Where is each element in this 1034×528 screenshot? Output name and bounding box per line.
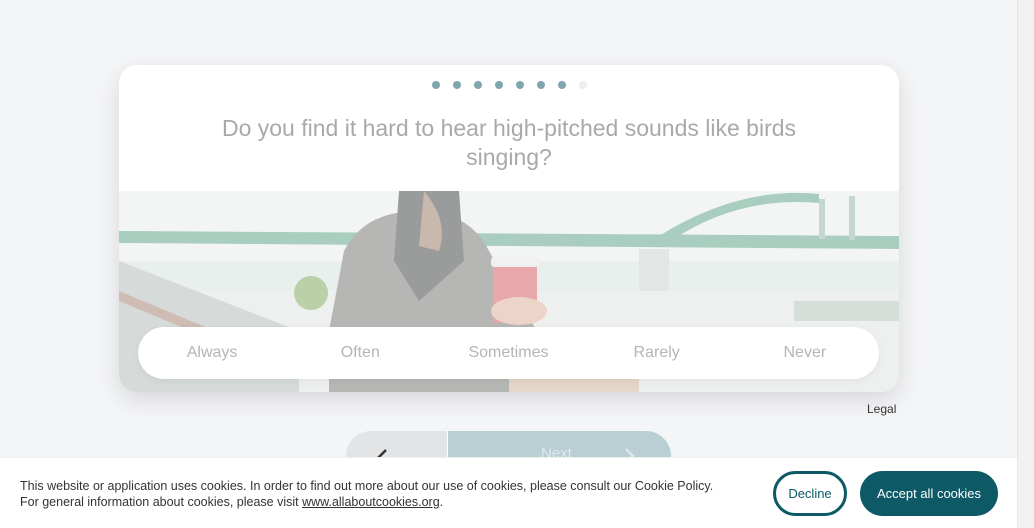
progress-dot [431,81,440,89]
scrollbar[interactable] [1017,0,1034,528]
cookie-text-end: . [439,495,444,509]
progress-dot [494,81,503,89]
decline-button[interactable]: Decline [773,471,847,516]
progress-dot [473,81,482,89]
answer-always[interactable]: Always [138,344,286,362]
progress-dot [578,81,587,89]
answer-options: Always Often Sometimes Rarely Never [138,327,879,379]
accept-all-cookies-button[interactable]: Accept all cookies [860,471,998,516]
progress-dot [536,81,545,89]
answer-often[interactable]: Often [286,344,434,362]
legal-link[interactable]: Legal [867,402,896,416]
progress-dot [515,81,524,89]
cookie-text: This website or application uses cookies… [20,478,720,510]
question-text: Do you find it hard to hear high-pitched… [221,115,797,170]
cookie-info-link[interactable]: www.allaboutcookies.org [302,495,440,509]
cookie-banner: This website or application uses cookies… [0,457,1017,528]
progress-dots [119,81,899,89]
progress-dot [452,81,461,89]
question-card: Do you find it hard to hear high-pitched… [119,65,899,392]
answer-rarely[interactable]: Rarely [583,344,731,362]
answer-sometimes[interactable]: Sometimes [434,344,582,362]
answer-never[interactable]: Never [731,344,879,362]
progress-dot [557,81,566,89]
